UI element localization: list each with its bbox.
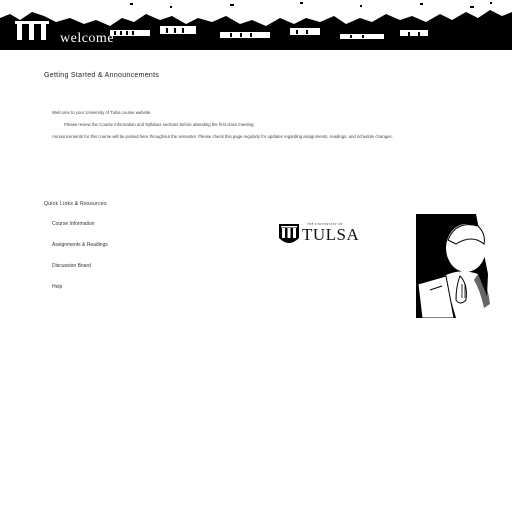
student-photo: [416, 214, 502, 318]
announcement-body: Welcome to your University of Tulsa cour…: [52, 110, 482, 146]
list-item: Assignments & Readings: [52, 242, 108, 263]
banner-welcome-text: welcome: [60, 31, 115, 46]
header-banner: welcome: [0, 0, 512, 50]
course-homepage: welcome Getting Started & Announcements …: [0, 0, 512, 512]
university-logo: THE UNIVERSITY OF TULSA: [278, 222, 360, 248]
link-help[interactable]: Help: [52, 284, 62, 290]
link-assignments-readings[interactable]: Assignments & Readings: [52, 242, 108, 248]
university-shield-icon: [12, 20, 52, 46]
tulsa-shield-icon: [279, 224, 299, 243]
announcement-paragraph: Please review the Course Information and…: [64, 122, 255, 127]
list-item: Discussion Board: [52, 263, 108, 284]
list-item: Help: [52, 284, 108, 305]
link-course-information[interactable]: Course Information: [52, 221, 95, 227]
logo-wordmark: TULSA: [302, 225, 360, 244]
list-item: Course Information: [52, 221, 108, 242]
link-discussion-board[interactable]: Discussion Board: [52, 263, 91, 269]
announcement-paragraph: Announcements for this course will be po…: [52, 134, 393, 139]
quick-links-heading: Quick Links & Resources: [44, 201, 107, 207]
announcement-paragraph: Welcome to your University of Tulsa cour…: [52, 110, 152, 115]
quick-links-list: Course Information Assignments & Reading…: [52, 221, 108, 305]
page-heading: Getting Started & Announcements: [44, 72, 160, 79]
